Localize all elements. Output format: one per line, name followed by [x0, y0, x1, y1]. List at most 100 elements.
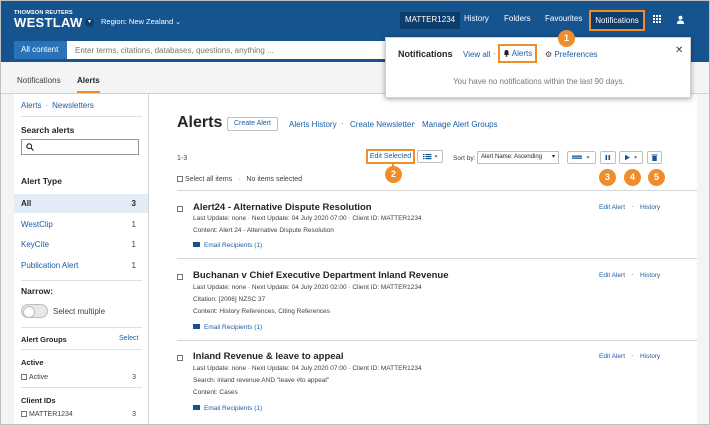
sort-value: Alert Name: Ascending	[481, 154, 543, 160]
filter-label: MATTER1234	[29, 411, 73, 418]
sidebar-item-westclip[interactable]: WestClip 1	[14, 215, 148, 234]
narrow-heading: Narrow:	[21, 286, 54, 296]
user-icon[interactable]	[676, 15, 685, 24]
notifications-button[interactable]: Notifications	[589, 10, 645, 31]
type-label: WestClip	[21, 220, 53, 229]
type-count: 1	[131, 240, 136, 249]
density-icon	[572, 155, 590, 159]
create-newsletter-link[interactable]: Create Newsletter	[350, 120, 414, 129]
email-recipients-link[interactable]: Email Recipients (1)	[193, 405, 262, 412]
alert-checkbox[interactable]	[177, 274, 183, 280]
divider	[177, 340, 697, 341]
apps-grid-icon[interactable]	[653, 15, 662, 24]
sort-label: Sort by:	[453, 155, 476, 162]
westlaw-logo[interactable]: THOMSON REUTERS WESTLAW	[14, 10, 83, 30]
nav-folders[interactable]: Folders	[504, 14, 531, 23]
sort-select[interactable]: Alert Name: Ascending ▾	[477, 151, 559, 164]
alerts-history-link[interactable]: Alerts History	[289, 120, 337, 129]
search-icon	[26, 143, 34, 151]
email-recipients-link[interactable]: Email Recipients (1)	[193, 242, 262, 249]
alert-groups-select-link[interactable]: Select	[119, 335, 138, 342]
view-all-link[interactable]: View all	[463, 50, 490, 59]
alerts-link[interactable]: Alerts	[21, 101, 41, 110]
delete-button[interactable]	[647, 151, 662, 164]
sidebar-item-keycite[interactable]: KeyCite 1	[14, 235, 148, 254]
select-all-checkbox[interactable]	[177, 176, 183, 182]
tab-alerts[interactable]: Alerts	[77, 76, 100, 93]
type-label: All	[21, 199, 32, 208]
edit-alert-link[interactable]: Edit Alert	[599, 353, 625, 360]
chevron-down-icon[interactable]: ▾	[85, 18, 94, 27]
alert-content: Content: Alert 24 - Alternative Dispute …	[193, 227, 334, 234]
email-recipients-link[interactable]: Email Recipients (1)	[193, 324, 262, 331]
separator-dot: ·	[45, 101, 49, 110]
alert-checkbox[interactable]	[177, 355, 183, 361]
filter-label: Active	[29, 374, 49, 381]
search-input[interactable]	[67, 41, 387, 59]
nav-history[interactable]: History	[464, 14, 489, 23]
alert-title[interactable]: Alert24 - Alternative Dispute Resolution	[193, 202, 372, 213]
history-link[interactable]: History	[640, 353, 660, 360]
run-button[interactable]	[619, 151, 643, 164]
alert-title[interactable]: Inland Revenue & leave to appeal	[193, 351, 343, 362]
callout-connector	[392, 163, 394, 167]
checkbox[interactable]	[21, 411, 27, 417]
region-selector[interactable]: Region: New Zealand ⌄	[101, 17, 181, 26]
alert-title[interactable]: Buchanan v Chief Executive Department In…	[193, 270, 449, 281]
manage-alert-groups-link[interactable]: Manage Alert Groups	[422, 120, 498, 129]
history-link[interactable]: History	[640, 272, 660, 279]
edit-selected-button[interactable]: Edit Selected	[366, 149, 415, 164]
select-multiple-toggle[interactable]	[21, 304, 48, 318]
divider	[177, 258, 697, 259]
display-options-button[interactable]	[567, 151, 596, 164]
separator-dot: ·	[413, 118, 416, 128]
gear-icon: ⚙	[545, 50, 553, 59]
popup-alerts-link[interactable]: Alerts	[498, 44, 537, 63]
client-ids-heading: Client IDs	[21, 396, 56, 405]
chevron-down-icon: ▾	[551, 154, 555, 160]
trash-icon	[651, 154, 658, 161]
type-label: KeyCite	[21, 240, 50, 249]
pause-button[interactable]	[600, 151, 616, 164]
tab-notifications[interactable]: Notifications	[17, 76, 61, 85]
active-filter[interactable]: Active	[21, 374, 48, 381]
sidebar-item-publication-alert[interactable]: Publication Alert 1	[14, 256, 148, 275]
separator-dot: ·	[341, 118, 344, 128]
alert-meta: Last Update: none · Next Update: 04 July…	[193, 284, 422, 291]
nav-favourites[interactable]: Favourites	[545, 14, 582, 23]
divider	[21, 349, 142, 350]
alert-search: Search: inland revenue AND "leave #to ap…	[193, 377, 330, 384]
alerts-main: Alerts Create Alert Alerts History · Cre…	[149, 94, 697, 424]
email-recipients-label: Email Recipients (1)	[204, 324, 263, 331]
content-scope-dropdown[interactable]: All content	[14, 41, 67, 59]
checkbox[interactable]	[21, 374, 27, 380]
alert-checkbox[interactable]	[177, 206, 183, 212]
envelope-icon	[193, 324, 200, 329]
newsletters-link[interactable]: Newsletters	[52, 101, 94, 110]
preferences-link[interactable]: ⚙ Preferences	[545, 50, 598, 59]
top-header: THOMSON REUTERS WESTLAW ▾ Region: New Ze…	[1, 1, 709, 38]
divider	[177, 190, 697, 191]
sidebar-item-all[interactable]: All 3	[14, 194, 148, 213]
result-count: 1-3	[177, 155, 188, 162]
app-frame: THOMSON REUTERS WESTLAW ▾ Region: New Ze…	[0, 0, 710, 425]
matter-button[interactable]: MATTER1234	[400, 12, 461, 29]
select-all-label[interactable]: Select all items	[185, 176, 232, 183]
type-label: Publication Alert	[21, 261, 79, 270]
history-link[interactable]: History	[640, 204, 660, 211]
envelope-icon	[193, 405, 200, 410]
close-icon[interactable]: ✕	[675, 45, 683, 56]
type-count: 3	[131, 199, 136, 208]
list-options-button[interactable]	[417, 150, 443, 163]
callout-badge-1: 1	[558, 30, 575, 47]
divider	[21, 387, 142, 388]
callout-badge-2: 2	[385, 166, 402, 183]
search-alerts-input[interactable]	[21, 139, 139, 155]
edit-alert-link[interactable]: Edit Alert	[599, 272, 625, 279]
separator-dot: ·	[493, 48, 496, 58]
create-alert-button[interactable]: Create Alert	[227, 117, 278, 131]
client-id-filter[interactable]: MATTER1234	[21, 411, 73, 418]
select-all-row: Select all items · No items selected	[177, 176, 302, 183]
separator-dot: ·	[631, 351, 634, 360]
edit-alert-link[interactable]: Edit Alert	[599, 204, 625, 211]
